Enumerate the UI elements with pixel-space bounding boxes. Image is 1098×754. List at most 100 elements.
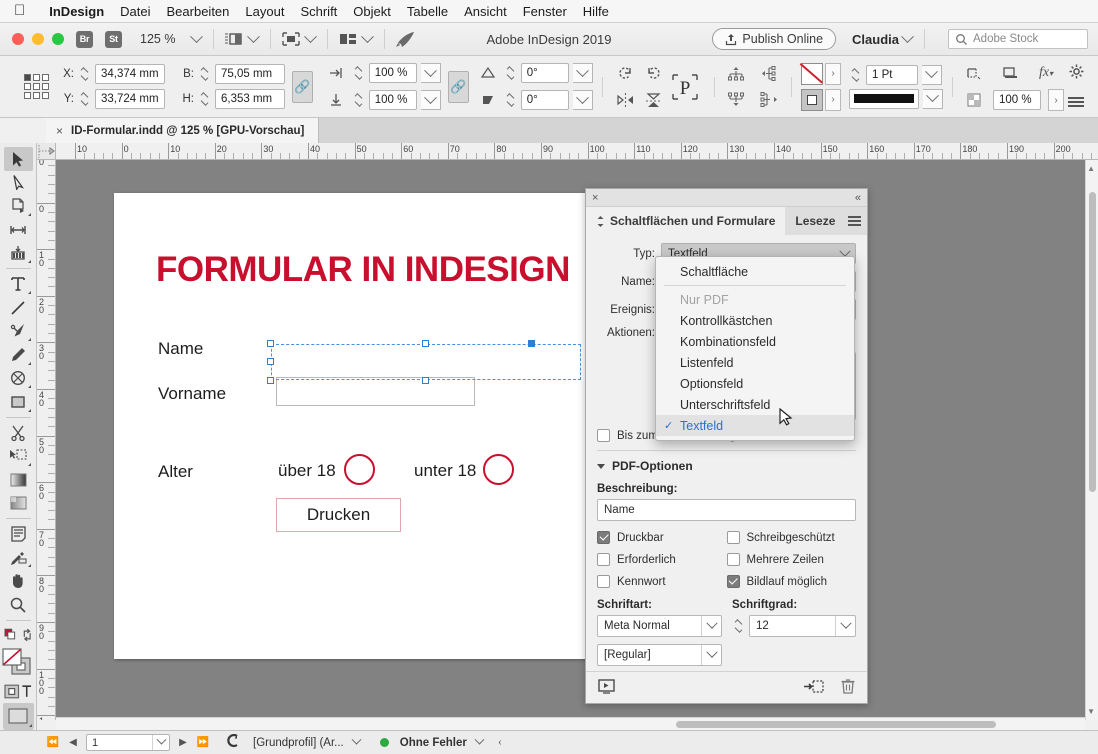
druckbar-checkbox[interactable] (597, 531, 610, 544)
constrain-proportions-size-button[interactable]: 🔗 (292, 71, 313, 103)
rotate-counterclockwise-90-button[interactable] (642, 63, 666, 85)
align-left-icon[interactable] (758, 63, 782, 85)
vertical-ruler[interactable]: 0010203040506070809010011 (37, 160, 56, 720)
kennwort-row[interactable]: Kennwort (597, 575, 727, 588)
stroke-swatch-dropdown-icon[interactable]: › (825, 63, 841, 85)
menu-item-indesign[interactable]: InDesign (41, 4, 112, 19)
size-stepper[interactable] (732, 615, 745, 637)
scroll-up-icon[interactable]: ▲ (1087, 164, 1095, 173)
shear-stepper[interactable] (504, 91, 517, 110)
selected-form-field-name[interactable] (271, 344, 581, 380)
maximize-window-button[interactable] (52, 33, 64, 45)
first-page-icon[interactable]: ⏪ (46, 737, 60, 748)
view-options-icon[interactable] (223, 30, 245, 48)
convert-to-object-icon[interactable] (804, 679, 824, 697)
transparency-icon[interactable] (962, 89, 986, 111)
vertical-scrollbar-thumb[interactable] (1089, 192, 1096, 492)
adobe-stock-search-input[interactable]: Adobe Stock (948, 29, 1088, 49)
dropdown-item-listenfeld[interactable]: Listenfeld (656, 352, 854, 373)
gear-icon[interactable] (1064, 60, 1088, 82)
fill-swatch-dropdown-icon[interactable]: › (825, 89, 841, 111)
bildlauf-moeglich-row[interactable]: Bildlauf möglich (727, 575, 857, 588)
scale-x-stepper[interactable] (352, 64, 365, 83)
delete-icon[interactable] (841, 678, 855, 697)
mehrere-zeilen-row[interactable]: Mehrere Zeilen (727, 553, 857, 566)
content-collector-tool[interactable] (4, 242, 33, 266)
stroke-style-dropdown-icon[interactable] (923, 89, 943, 109)
effects-fx-button[interactable]: fx▾ (1034, 62, 1058, 84)
panel-close-icon[interactable]: × (592, 192, 598, 204)
size-select[interactable]: 12 (749, 615, 856, 637)
align-bottom-icon[interactable] (724, 89, 748, 111)
font-style-select[interactable]: [Regular] (597, 644, 722, 666)
bridge-button[interactable]: Br (76, 31, 93, 48)
screen-mode-icon[interactable] (280, 30, 302, 48)
schreibgeschuetzt-checkbox[interactable] (727, 531, 740, 544)
font-select[interactable]: Meta Normal (597, 615, 722, 637)
view-options-dropdown-icon[interactable] (245, 35, 261, 44)
preflight-profile-icon[interactable] (226, 734, 241, 751)
corner-options-icon[interactable] (962, 62, 986, 84)
hidden-until-triggered-checkbox[interactable] (597, 429, 610, 442)
erforderlich-row[interactable]: Erforderlich (597, 553, 727, 566)
last-page-icon[interactable]: ⏩ (196, 737, 210, 748)
rotation-stepper[interactable] (504, 64, 517, 83)
fill-and-stroke-swatches[interactable] (1, 647, 35, 679)
scissors-tool[interactable] (4, 421, 33, 445)
align-right-icon[interactable] (758, 89, 782, 111)
error-status-dropdown-icon[interactable] (473, 739, 487, 746)
stroke-color-swatch[interactable] (801, 63, 823, 85)
kennwort-checkbox[interactable] (597, 575, 610, 588)
workspace-dropdown-icon[interactable] (359, 35, 375, 44)
resize-handle-ne[interactable] (528, 340, 535, 347)
scale-y-dropdown-icon[interactable] (421, 90, 441, 110)
stroke-weight-dropdown-icon[interactable] (922, 65, 942, 85)
normal-view-mode-button[interactable] (3, 703, 34, 729)
rotation-input[interactable]: 0° (521, 63, 569, 83)
druckbar-row[interactable]: Druckbar (597, 531, 727, 544)
tab-bookmarks[interactable]: Leseze (785, 207, 845, 235)
shear-dropdown-icon[interactable] (573, 90, 593, 110)
menu-item-datei[interactable]: Datei (112, 4, 158, 19)
reference-point-selector[interactable] (24, 74, 49, 99)
dropdown-item-textfeld[interactable]: ✓ Textfeld (656, 415, 854, 436)
gap-tool[interactable] (4, 218, 33, 242)
document-canvas[interactable]: FORMULAR IN INDESIGN Name Vorname Alter … (56, 160, 1098, 720)
erforderlich-checkbox[interactable] (597, 553, 610, 566)
rectangle-tool[interactable] (4, 390, 33, 414)
form-field-vorname[interactable] (276, 377, 475, 406)
flip-horizontal-button[interactable] (614, 89, 638, 111)
publish-online-button[interactable]: Publish Online (712, 28, 836, 50)
y-stepper[interactable] (78, 90, 91, 109)
zoom-dropdown-icon[interactable] (188, 35, 204, 44)
stroke-weight-stepper[interactable] (849, 65, 862, 84)
font-style-dropdown-icon[interactable] (701, 645, 721, 665)
menu-item-objekt[interactable]: Objekt (345, 4, 399, 19)
dropdown-item-kontrollkaestchen[interactable]: Kontrollkästchen (656, 310, 854, 331)
previous-page-icon[interactable]: ◀ (66, 737, 80, 748)
note-tool[interactable] (4, 522, 33, 546)
scale-y-input[interactable]: 100 % (369, 90, 417, 110)
height-input[interactable]: 6,353 mm (215, 89, 285, 109)
gradient-feather-tool[interactable] (4, 492, 33, 516)
constrain-proportions-scale-button[interactable]: 🔗 (448, 71, 469, 103)
workspace-switcher-icon[interactable] (337, 30, 359, 48)
page-dropdown-icon[interactable] (152, 735, 169, 750)
formatting-affects-container-icon[interactable] (4, 679, 33, 703)
width-input[interactable]: 75,05 mm (215, 64, 285, 84)
height-stepper[interactable] (198, 90, 211, 109)
x-input[interactable]: 34,374 mm (95, 64, 165, 84)
dropdown-item-unterschriftsfeld[interactable]: Unterschriftsfeld (656, 394, 854, 415)
zoom-tool[interactable] (4, 593, 33, 617)
publish-rocket-icon[interactable] (394, 30, 416, 48)
type-dropdown-menu[interactable]: Schaltfläche Nur PDF Kontrollkästchen Ko… (655, 256, 855, 441)
resize-handle-sw[interactable] (267, 377, 274, 384)
width-stepper[interactable] (198, 65, 211, 84)
resize-handle-n[interactable] (422, 340, 429, 347)
scale-y-stepper[interactable] (352, 91, 365, 110)
next-page-icon[interactable]: ▶ (176, 737, 190, 748)
selection-tool[interactable] (4, 147, 33, 171)
rotation-dropdown-icon[interactable] (573, 63, 593, 83)
menu-item-schrift[interactable]: Schrift (292, 4, 345, 19)
align-top-icon[interactable] (724, 63, 748, 85)
